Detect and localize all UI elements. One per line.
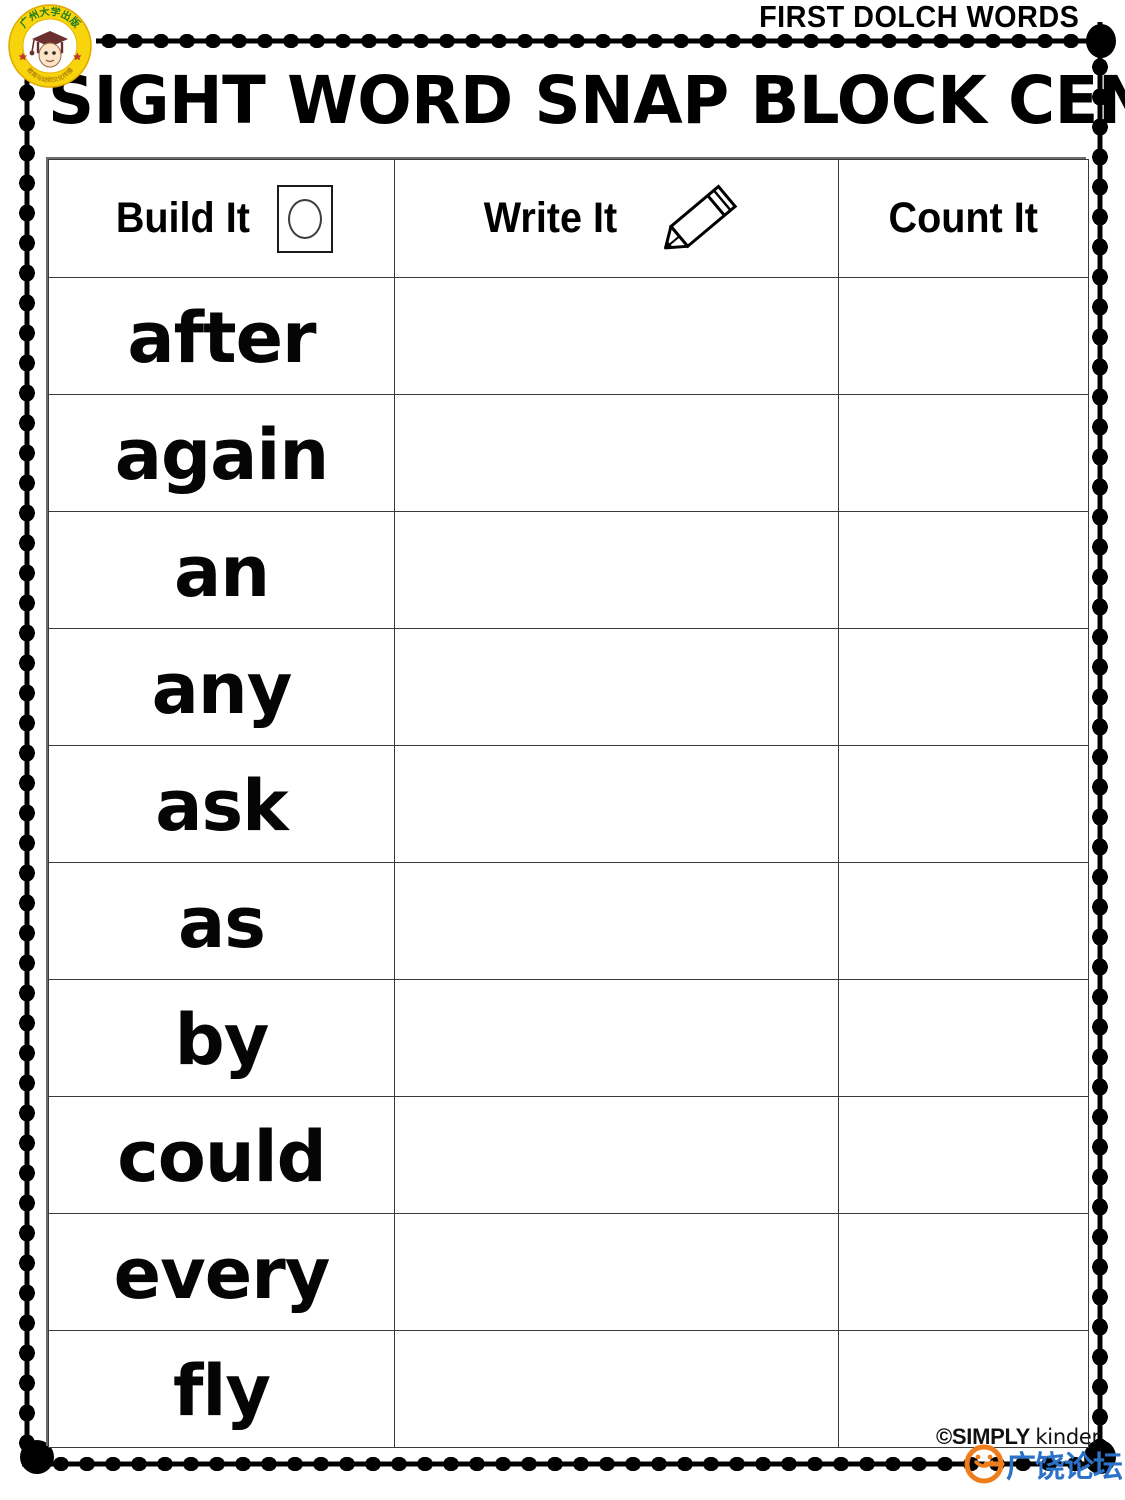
count-cell[interactable] bbox=[838, 745, 1089, 863]
sight-word: fly bbox=[172, 1350, 271, 1432]
table-row: fly bbox=[48, 1330, 1089, 1448]
snap-block-icon bbox=[277, 184, 334, 253]
collection-label: FIRST DOLCH WORDS bbox=[758, 0, 1079, 34]
pencil-icon bbox=[645, 176, 755, 262]
write-cell[interactable] bbox=[394, 628, 839, 746]
count-cell[interactable] bbox=[838, 628, 1089, 746]
sight-word: an bbox=[173, 531, 270, 613]
column-header-count-label: Count It bbox=[888, 194, 1039, 242]
table-row: an bbox=[48, 511, 1089, 629]
count-cell[interactable] bbox=[838, 394, 1089, 512]
write-cell[interactable] bbox=[394, 394, 839, 512]
sight-word: could bbox=[117, 1116, 327, 1198]
word-cell: every bbox=[48, 1213, 395, 1331]
write-cell[interactable] bbox=[394, 862, 839, 980]
column-header-build-label: Build It bbox=[115, 194, 250, 242]
word-cell: by bbox=[48, 979, 395, 1097]
count-cell[interactable] bbox=[838, 862, 1089, 980]
table-row: again bbox=[48, 394, 1089, 512]
table-body: after again an any ask as by could every… bbox=[48, 277, 1089, 1448]
sight-word: by bbox=[174, 999, 270, 1081]
word-cell: fly bbox=[48, 1330, 395, 1448]
sight-word: again bbox=[114, 414, 329, 496]
column-header-build: Build It bbox=[48, 159, 395, 278]
word-cell: as bbox=[48, 862, 395, 980]
count-cell[interactable] bbox=[838, 511, 1089, 629]
table-row: any bbox=[48, 628, 1089, 746]
count-cell[interactable] bbox=[838, 1213, 1089, 1331]
table-row: every bbox=[48, 1213, 1089, 1331]
write-cell[interactable] bbox=[394, 979, 839, 1097]
table-row: could bbox=[48, 1096, 1089, 1214]
word-cell: after bbox=[48, 277, 395, 395]
sight-word: as bbox=[178, 882, 266, 964]
sight-word-table: Build It Write It Count It after again a… bbox=[46, 157, 1089, 1448]
sight-word: after bbox=[127, 297, 316, 379]
border-dots-bottom bbox=[22, 1452, 1102, 1476]
table-row: as bbox=[48, 862, 1089, 980]
worksheet-page: FIRST DOLCH WORDS 广州大学出版 教育与幼师文化传播 SIGHT… bbox=[0, 0, 1125, 1500]
border-corner-dot-top-right bbox=[1086, 24, 1116, 58]
word-cell: could bbox=[48, 1096, 395, 1214]
count-cell[interactable] bbox=[838, 277, 1089, 395]
word-cell: ask bbox=[48, 745, 395, 863]
table-row: by bbox=[48, 979, 1089, 1097]
count-cell[interactable] bbox=[838, 1096, 1089, 1214]
brand-name-bold: SIMPLY bbox=[951, 1424, 1030, 1449]
write-cell[interactable] bbox=[394, 511, 839, 629]
border-dots-left bbox=[14, 48, 40, 1458]
word-cell: an bbox=[48, 511, 395, 629]
table-header-row: Build It Write It Count It bbox=[48, 159, 1089, 278]
write-cell[interactable] bbox=[394, 1213, 839, 1331]
copyright-credit: ©SIMPLY kinder bbox=[936, 1424, 1100, 1450]
write-cell[interactable] bbox=[394, 745, 839, 863]
table-row: ask bbox=[48, 745, 1089, 863]
column-header-count: Count It bbox=[838, 159, 1089, 278]
sight-word: every bbox=[113, 1233, 331, 1315]
border-dots-right bbox=[1086, 22, 1114, 1460]
word-cell: again bbox=[48, 394, 395, 512]
column-header-write: Write It bbox=[394, 159, 839, 278]
page-title: SIGHT WORD SNAP BLOCK CENTER bbox=[48, 62, 1125, 139]
sight-word: ask bbox=[155, 765, 288, 847]
brand-name-light: kinder bbox=[1035, 1425, 1100, 1449]
write-cell[interactable] bbox=[394, 1096, 839, 1214]
write-cell[interactable] bbox=[394, 277, 839, 395]
sight-word: any bbox=[151, 648, 293, 730]
copyright-symbol: © bbox=[936, 1424, 952, 1449]
word-cell: any bbox=[48, 628, 395, 746]
publisher-logo: 广州大学出版 教育与幼师文化传播 bbox=[6, 2, 94, 90]
count-cell[interactable] bbox=[838, 979, 1089, 1097]
table-row: after bbox=[48, 277, 1089, 395]
write-cell[interactable] bbox=[394, 1330, 839, 1448]
column-header-write-label: Write It bbox=[483, 194, 618, 242]
